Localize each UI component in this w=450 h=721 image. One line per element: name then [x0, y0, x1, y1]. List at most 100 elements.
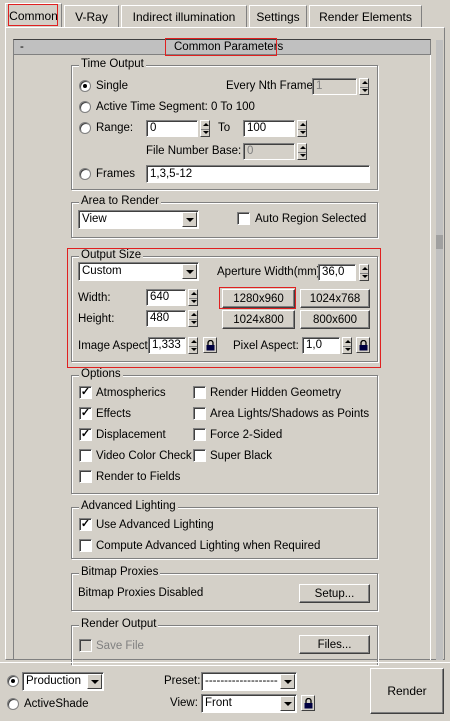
preset-1024x768-label: 1024x768: [309, 292, 361, 305]
height-spinner[interactable]: [188, 310, 198, 327]
compute-advanced-lighting-checkbox[interactable]: [79, 539, 92, 552]
scrollbar-thumb[interactable]: [436, 235, 443, 249]
aperture-width-label: Aperture Width(mm):: [217, 266, 324, 278]
time-output-title: Time Output: [79, 58, 146, 71]
view-dropdown[interactable]: Front: [201, 694, 297, 713]
range-from-field[interactable]: 0: [146, 120, 198, 137]
area-to-render-dropdown[interactable]: View: [78, 210, 199, 229]
tab-indirect-label: Indirect illumination: [132, 9, 236, 24]
pixel-aspect-label: Pixel Aspect:: [233, 340, 299, 352]
single-label: Single: [96, 80, 128, 92]
files-button-label: Files...: [317, 638, 352, 651]
output-size-preset-value: Custom: [82, 265, 122, 277]
output-size-title: Output Size: [79, 249, 144, 262]
compute-advanced-lighting-label: Compute Advanced Lighting when Required: [96, 540, 321, 552]
area-to-render-title: Area to Render: [79, 195, 161, 208]
preset-1024x800-button[interactable]: 1024x800: [222, 310, 295, 329]
activeshade-radio[interactable]: [7, 698, 19, 710]
atmospherics-label: Atmospherics: [96, 387, 166, 399]
render-output-title: Render Output: [79, 618, 159, 631]
chevron-down-icon: [182, 264, 197, 279]
height-field[interactable]: 480: [146, 310, 186, 327]
pixel-aspect-spinner[interactable]: [342, 337, 352, 354]
image-aspect-spinner[interactable]: [188, 337, 198, 354]
rollout-title: Common Parameters: [174, 41, 284, 53]
every-nth-spinner: [359, 78, 369, 95]
single-radio[interactable]: [79, 80, 91, 92]
render-hidden-geometry-label: Render Hidden Geometry: [210, 387, 342, 399]
rollout-scrollbar[interactable]: [436, 40, 443, 660]
tab-indirect-illumination[interactable]: Indirect illumination: [121, 5, 247, 27]
lock-icon: [304, 698, 313, 709]
file-number-base-spinner: [297, 143, 307, 160]
preset-1024x768-button[interactable]: 1024x768: [300, 289, 370, 308]
render-hidden-geometry-checkbox[interactable]: [193, 386, 206, 399]
preset-1280x960-label: 1280x960: [233, 292, 284, 305]
aperture-width-field[interactable]: 36,0: [318, 264, 356, 281]
every-nth-label: Every Nth Frame:: [226, 80, 317, 92]
use-advanced-lighting-checkbox[interactable]: ✓: [79, 518, 92, 531]
save-file-label: Save File: [96, 640, 144, 652]
pixel-aspect-lock-button[interactable]: [356, 337, 370, 353]
production-dropdown[interactable]: Production: [22, 672, 104, 691]
view-lock-button[interactable]: [301, 695, 315, 711]
use-advanced-lighting-label: Use Advanced Lighting: [96, 519, 214, 531]
auto-region-checkbox[interactable]: [237, 212, 250, 225]
frames-radio[interactable]: [79, 168, 91, 180]
active-time-segment-radio[interactable]: [79, 101, 91, 113]
range-to-spinner[interactable]: [297, 120, 307, 137]
area-to-render-value: View: [82, 213, 107, 225]
frames-field[interactable]: 1,3,5-12: [146, 165, 370, 183]
force-2-sided-checkbox[interactable]: [193, 428, 206, 441]
super-black-label: Super Black: [210, 450, 273, 462]
lock-icon: [206, 340, 215, 351]
files-button[interactable]: Files...: [299, 635, 370, 654]
preset-1280x960-button[interactable]: 1280x960: [222, 289, 295, 308]
preset-1024x800-label: 1024x800: [233, 313, 284, 326]
image-aspect-field[interactable]: 1,333: [148, 337, 186, 354]
tab-common[interactable]: Common: [5, 3, 62, 27]
image-aspect-lock-button[interactable]: [203, 337, 217, 353]
super-black-checkbox[interactable]: [193, 449, 206, 462]
width-field[interactable]: 640: [146, 289, 186, 306]
chevron-down-icon: [280, 696, 295, 711]
tab-render-elements[interactable]: Render Elements: [309, 5, 422, 27]
range-to-label: To: [218, 122, 231, 134]
range-radio[interactable]: [79, 122, 91, 134]
tab-vray-label: V-Ray: [75, 9, 108, 24]
video-color-check-label: Video Color Check: [96, 450, 192, 462]
range-to-field[interactable]: 100: [243, 120, 295, 137]
tab-common-label: Common: [9, 8, 58, 23]
render-button[interactable]: Render: [370, 668, 444, 714]
bitmap-proxies-setup-button[interactable]: Setup...: [299, 584, 370, 603]
displacement-checkbox[interactable]: ✓: [79, 428, 92, 441]
atmospherics-checkbox[interactable]: ✓: [79, 386, 92, 399]
save-file-checkbox: [79, 639, 92, 652]
preset-dropdown[interactable]: -------------------: [201, 672, 297, 691]
production-radio[interactable]: [7, 675, 19, 687]
video-color-check-checkbox[interactable]: [79, 449, 92, 462]
active-time-segment-value: 0 To 100: [211, 101, 255, 113]
tab-settings[interactable]: Settings: [249, 5, 307, 27]
image-aspect-label: Image Aspect:: [78, 340, 151, 352]
options-title: Options: [79, 368, 123, 381]
pixel-aspect-field[interactable]: 1,0: [302, 337, 340, 354]
effects-checkbox[interactable]: ✓: [79, 407, 92, 420]
setup-button-label: Setup...: [314, 587, 355, 600]
rollout-header-common-parameters[interactable]: - Common Parameters: [13, 39, 431, 55]
chevron-down-icon: [280, 674, 295, 689]
output-size-preset-dropdown[interactable]: Custom: [78, 262, 199, 281]
tab-vray[interactable]: V-Ray: [64, 5, 119, 27]
range-from-spinner[interactable]: [200, 120, 210, 137]
width-spinner[interactable]: [188, 289, 198, 306]
area-lights-checkbox[interactable]: [193, 407, 206, 420]
preset-800x600-button[interactable]: 800x600: [300, 310, 370, 329]
aperture-width-spinner[interactable]: [359, 264, 369, 281]
range-label: Range:: [96, 122, 134, 134]
every-nth-field: 1: [312, 78, 357, 95]
production-value: Production: [26, 675, 81, 687]
render-button-label: Render: [387, 684, 427, 698]
displacement-label: Displacement: [96, 429, 166, 441]
auto-region-label: Auto Region Selected: [255, 213, 367, 225]
render-to-fields-checkbox[interactable]: [79, 470, 92, 483]
